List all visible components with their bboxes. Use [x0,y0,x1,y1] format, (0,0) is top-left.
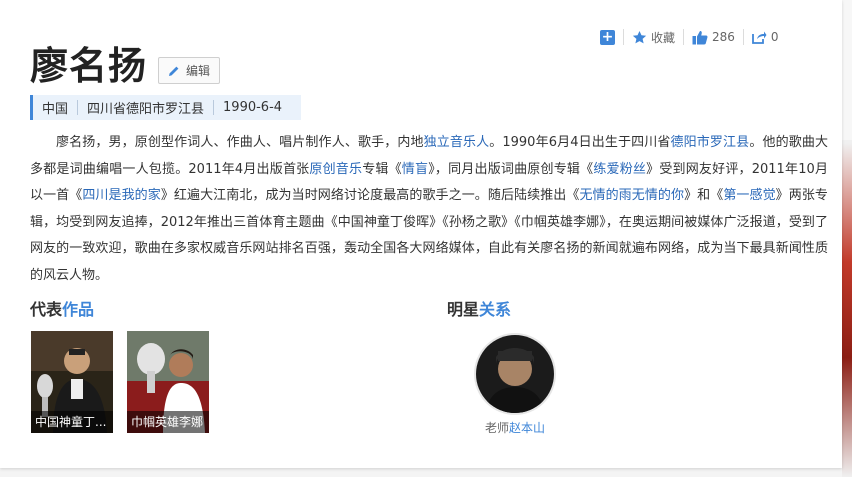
favorite-label: 收藏 [651,30,676,45]
like-count: 286 [712,30,735,44]
divider [683,29,685,45]
page-title: 廖名扬 [30,44,148,88]
pencil-icon [168,66,179,76]
person-card: + 收藏 286 0 廖名扬 编辑 中国 四川省德阳市罗江县 1990-6-4 … [0,0,842,468]
add-button[interactable]: + [600,28,615,46]
link-luojiang-county[interactable]: 德阳市罗江县 [671,135,750,150]
summary-text: 专辑《 [362,161,402,177]
work-card[interactable]: 中国神童丁... [31,331,113,433]
right-edge-mask [842,0,852,140]
star-icon [632,30,647,43]
summary-text: 》，同月出版词曲原创专辑《 [428,161,594,177]
link-indie-musician[interactable]: 独立音乐人 [424,135,490,150]
work-card[interactable]: 巾帼英雄李娜 [127,331,209,433]
work-caption: 中国神童丁... [31,411,113,433]
share-button[interactable]: 0 [752,28,779,46]
link-original-music[interactable]: 原创音乐 [309,162,362,177]
share-icon [752,31,767,44]
share-count: 0 [770,30,779,44]
link-album-lianaifensi[interactable]: 练爱粉丝 [593,162,646,177]
nationality: 中国 [42,102,69,117]
basic-info-bar: 中国 四川省德阳市罗江县 1990-6-4 [30,95,302,120]
link-album-wuqingdeyu[interactable]: 无情的雨无情的你 [579,188,684,203]
thumbs-up-icon [692,30,708,44]
star-relation: 老师赵本山 [474,419,556,436]
divider [742,29,744,45]
works-title-part: 代表 [30,300,63,319]
summary-text: 廖名扬，男，原创型作词人、作曲人、唱片制作人、歌手，内地 [56,135,424,150]
action-bar: + 收藏 286 0 [600,28,779,46]
summary-paragraph: 廖名扬，男，原创型作词人、作曲人、唱片制作人、歌手，内地独立音乐人。1990年6… [30,130,828,289]
divider [623,29,624,45]
link-song-sichuan[interactable]: 四川是我的家 [82,188,161,203]
relations-section-title: 明星关系 [447,296,511,320]
link-album-diyiganjue[interactable]: 第一感觉 [723,188,775,203]
works-title-highlight: 作品 [62,300,95,319]
edit-label: 编辑 [185,64,210,78]
like-button[interactable]: 286 [692,28,735,46]
relation-role: 老师 [484,421,509,435]
birthplace: 四川省德阳市罗江县 [87,102,205,117]
relations-title-highlight: 关系 [479,300,512,319]
birth-date: 1990-6-4 [223,100,283,115]
relations-title-part: 明星 [447,300,480,319]
star-name-link[interactable]: 赵本山 [509,421,545,435]
works-section-title: 代表作品 [30,296,94,320]
work-caption: 巾帼英雄李娜 [127,411,209,433]
summary-text: 》和《 [684,188,724,203]
summary-text: 。1990年6月4日出生于四川省 [489,135,671,150]
plus-icon: + [600,28,615,45]
favorite-button[interactable]: 收藏 [632,28,675,46]
link-album-qingmang[interactable]: 情盲 [402,162,428,177]
summary-text: 》红遍大江南北，成为当时网络讨论度最高的歌手之一。随后陆续推出《 [160,188,580,203]
star-avatar[interactable] [474,333,556,415]
edit-button[interactable]: 编辑 [158,57,220,84]
avatar-image [476,335,554,413]
